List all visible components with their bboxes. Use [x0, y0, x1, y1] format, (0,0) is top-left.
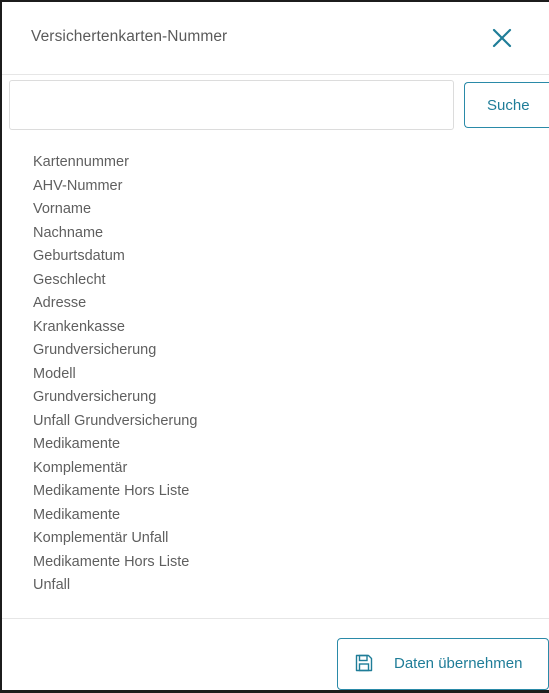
field-list-item: Medikamente — [33, 436, 121, 452]
field-list-item: Geschlecht — [33, 271, 106, 288]
field-list-item: Medikamente Hors Liste — [33, 553, 190, 570]
field-list-item: Komplementär Unfall — [33, 530, 169, 546]
field-list-item: Modell — [33, 365, 76, 382]
apply-data-label: Daten übernehmen — [394, 655, 523, 672]
save-icon — [355, 654, 373, 672]
field-list-item: Kartennummer — [33, 154, 129, 170]
close-button[interactable] — [490, 26, 514, 50]
search-button[interactable]: Suche — [464, 82, 549, 128]
field-list-item: Grundversicherung — [33, 342, 157, 358]
field-list: Kartennummer AHV-Nummer Vorname Nachname Geb… — [33, 151, 197, 598]
field-list-item: Medikamente — [33, 506, 121, 523]
dialog-header: Versichertenkarten-Nummer — [2, 2, 549, 75]
dialog-footer: Daten übernehmen — [2, 618, 549, 693]
search-row: Suche — [2, 80, 549, 132]
field-list-item: Unfall Grundversicherung — [33, 412, 198, 429]
field-list-item: AHV-Nummer — [33, 177, 123, 194]
dialog-title: Versichertenkarten-Nummer — [31, 28, 228, 45]
search-input[interactable] — [9, 80, 454, 130]
field-list-item: Adresse — [33, 295, 87, 311]
apply-data-button[interactable]: Daten übernehmen — [337, 638, 549, 690]
field-list-item: Vorname — [33, 201, 92, 217]
dialog: Versichertenkarten-Nummer Suche Kartennu… — [0, 0, 549, 693]
close-icon — [492, 28, 512, 48]
field-list-item: Krankenkasse — [33, 318, 125, 335]
field-list-item: Medikamente Hors Liste — [33, 483, 190, 499]
field-list-item: Komplementär — [33, 459, 128, 476]
field-list-item: Grundversicherung — [33, 389, 157, 405]
field-list-item: Geburtsdatum — [33, 248, 125, 264]
field-list-item: Nachname — [33, 224, 104, 241]
field-list-item: Unfall — [33, 577, 71, 593]
